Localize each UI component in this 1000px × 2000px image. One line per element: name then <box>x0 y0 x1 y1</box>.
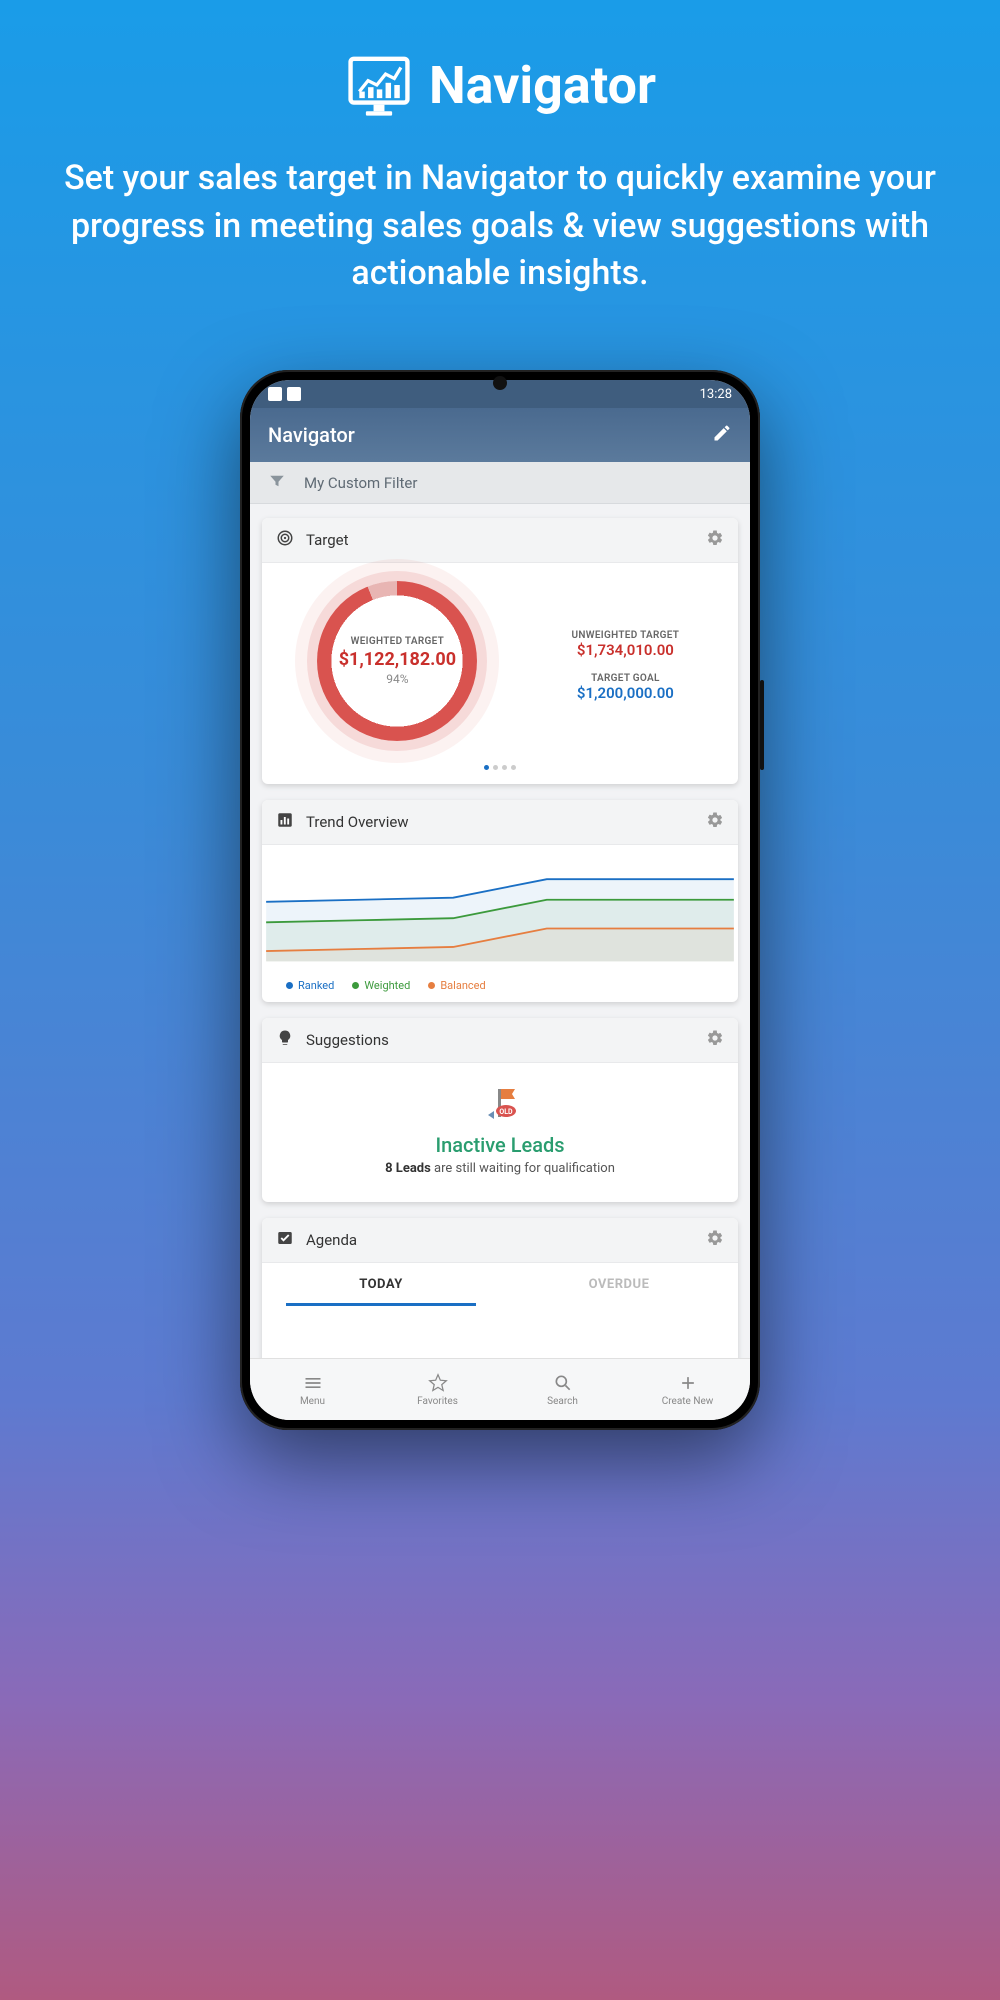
lightbulb-icon <box>276 1029 294 1051</box>
edit-icon[interactable] <box>712 423 732 448</box>
gear-icon[interactable] <box>706 1229 724 1251</box>
legend-weighted: Weighted <box>364 979 410 992</box>
unweighted-target-label: UNWEIGHTED TARGET <box>523 630 728 641</box>
trend-legend: Ranked Weighted Balanced <box>262 975 738 1002</box>
gear-icon[interactable] <box>706 811 724 833</box>
tab-overdue[interactable]: OVERDUE <box>500 1263 738 1306</box>
agenda-icon <box>276 1229 294 1251</box>
nav-search[interactable]: Search <box>500 1359 625 1420</box>
content-area: Target WEIGHTED TARGET $1,122,182.00 94% <box>250 504 750 1420</box>
promo-logo: Navigator <box>344 50 656 120</box>
filter-icon <box>268 472 286 494</box>
menu-icon <box>303 1373 323 1393</box>
search-icon <box>553 1373 573 1393</box>
weighted-target-pct: 94% <box>339 672 456 686</box>
legend-balanced: Balanced <box>440 979 485 992</box>
notification-icon <box>287 387 301 401</box>
promo-header: Navigator Set your sales target in Navig… <box>0 0 1000 298</box>
chart-icon <box>276 811 294 833</box>
trend-title: Trend Overview <box>306 813 409 831</box>
nav-menu[interactable]: Menu <box>250 1359 375 1420</box>
nav-favorites[interactable]: Favorites <box>375 1359 500 1420</box>
gear-icon[interactable] <box>706 1029 724 1051</box>
navigator-logo-icon <box>344 50 414 120</box>
target-goal-label: TARGET GOAL <box>523 673 728 684</box>
suggestions-title: Suggestions <box>306 1031 389 1049</box>
gear-icon[interactable] <box>706 529 724 551</box>
promo-title: Navigator <box>429 55 656 116</box>
filter-label: My Custom Filter <box>304 474 417 492</box>
inactive-leads-icon: OLD <box>480 1085 520 1125</box>
phone-camera <box>493 376 507 390</box>
phone-frame: 13:28 Navigator My Custom Filter Target <box>240 370 760 1430</box>
notification-icon <box>268 387 282 401</box>
plus-icon <box>678 1373 698 1393</box>
trend-chart <box>262 845 738 975</box>
app-bar: Navigator <box>250 408 750 462</box>
weighted-target-value: $1,122,182.00 <box>339 649 456 670</box>
tab-today[interactable]: TODAY <box>262 1263 500 1306</box>
legend-ranked: Ranked <box>298 979 334 992</box>
bottom-nav: Menu Favorites Search Create New <box>250 1358 750 1420</box>
star-icon <box>428 1373 448 1393</box>
suggestion-headline: Inactive Leads <box>276 1133 724 1157</box>
suggestion-text: 8 Leads are still waiting for qualificat… <box>276 1161 724 1176</box>
status-time: 13:28 <box>700 387 732 402</box>
app-title: Navigator <box>268 423 355 447</box>
target-icon <box>276 529 294 551</box>
target-goal-value: $1,200,000.00 <box>523 684 728 702</box>
agenda-title: Agenda <box>306 1231 357 1249</box>
target-card: Target WEIGHTED TARGET $1,122,182.00 94% <box>262 518 738 784</box>
unweighted-target-value: $1,734,010.00 <box>523 641 728 659</box>
nav-create[interactable]: Create New <box>625 1359 750 1420</box>
trend-card: Trend Overview Ranked Weighted Balanced <box>262 800 738 1002</box>
page-indicator[interactable] <box>262 749 738 784</box>
promo-description: Set your sales target in Navigator to qu… <box>60 155 940 298</box>
target-title: Target <box>306 531 349 549</box>
svg-text:OLD: OLD <box>499 1108 513 1116</box>
weighted-target-label: WEIGHTED TARGET <box>339 636 456 647</box>
suggestions-card: Suggestions OLD Inactive Leads 8 Leads a… <box>262 1018 738 1202</box>
target-gauge: WEIGHTED TARGET $1,122,182.00 94% <box>317 581 477 741</box>
filter-bar[interactable]: My Custom Filter <box>250 462 750 504</box>
agenda-tabs: TODAY OVERDUE <box>262 1263 738 1306</box>
phone-screen: 13:28 Navigator My Custom Filter Target <box>250 380 750 1420</box>
